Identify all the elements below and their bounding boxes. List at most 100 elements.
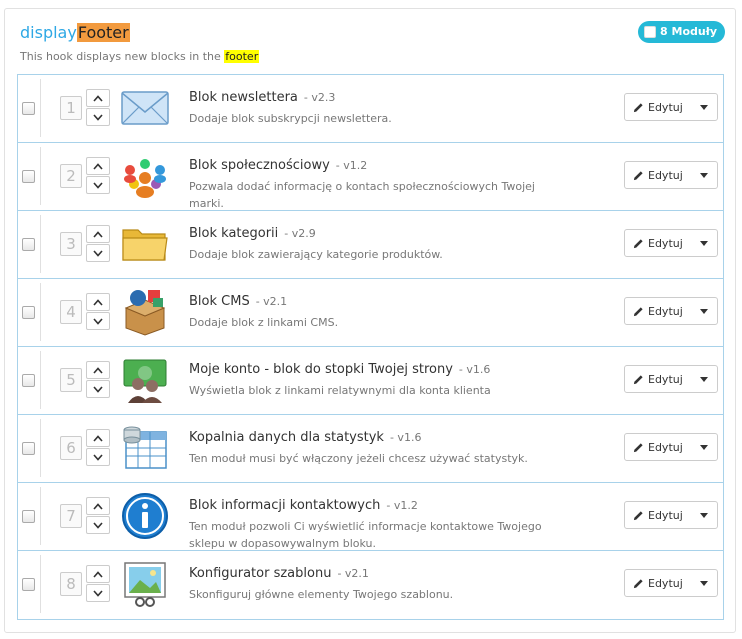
edit-button[interactable]: Edytuj	[624, 433, 718, 461]
pencil-icon	[633, 238, 643, 248]
row-divider	[40, 283, 41, 341]
dropdown-caret-icon[interactable]	[700, 512, 708, 518]
row-divider	[40, 147, 41, 205]
data-table-icon	[120, 424, 170, 472]
row-divider	[40, 351, 41, 409]
account-users-icon	[120, 356, 170, 404]
position-number: 7	[60, 504, 82, 528]
move-down-button[interactable]	[86, 176, 110, 194]
dropdown-caret-icon[interactable]	[700, 376, 708, 382]
module-version: - v2.9	[284, 227, 316, 240]
hook-title: displayFooter	[20, 23, 130, 42]
edit-button-label: Edytuj	[648, 508, 683, 522]
chevron-up-icon	[93, 94, 103, 102]
community-people-icon	[120, 152, 170, 200]
module-name: Blok CMS	[189, 294, 250, 309]
module-name-line: Blok informacji kontaktowych - v1.2	[189, 498, 418, 513]
chevron-up-icon	[93, 502, 103, 510]
dropdown-caret-icon[interactable]	[700, 308, 708, 314]
edit-button[interactable]: Edytuj	[624, 161, 718, 189]
row-divider	[40, 487, 41, 545]
row-divider	[40, 79, 41, 137]
module-name: Blok informacji kontaktowych	[189, 498, 381, 513]
module-checkbox[interactable]	[22, 102, 35, 115]
module-description: Dodaje blok z linkami CMS.	[189, 316, 339, 329]
module-name: Blok kategorii	[189, 226, 279, 241]
edit-button[interactable]: Edytuj	[624, 229, 718, 257]
module-version: - v2.1	[255, 295, 288, 308]
edit-button[interactable]: Edytuj	[624, 501, 718, 529]
hook-description: This hook displays new blocks in the foo…	[20, 50, 260, 63]
chevron-up-icon	[93, 434, 103, 442]
module-name: Kopalnia danych dla statystyk	[189, 430, 384, 445]
move-up-button[interactable]	[86, 225, 110, 243]
module-name: Blok newslettera	[189, 90, 298, 105]
row-divider	[40, 555, 41, 613]
move-up-button[interactable]	[86, 89, 110, 107]
row-divider	[40, 419, 41, 477]
hook-desc-prefix: This hook displays new blocks in the	[20, 50, 225, 63]
module-row-4: 4 Blok CMS - v2.1 Dodaje blok z linkami C…	[18, 279, 723, 347]
pencil-icon	[633, 442, 643, 452]
move-up-button[interactable]	[86, 157, 110, 175]
module-checkbox[interactable]	[22, 510, 35, 523]
move-down-button[interactable]	[86, 584, 110, 602]
hook-panel: displayFooter This hook displays new blo…	[4, 8, 736, 633]
module-version: - v2.3	[303, 91, 336, 104]
move-down-button[interactable]	[86, 108, 110, 126]
module-checkbox[interactable]	[22, 306, 35, 319]
chevron-up-icon	[93, 230, 103, 238]
edit-button[interactable]: Edytuj	[624, 93, 718, 121]
edit-button-label: Edytuj	[648, 440, 683, 454]
module-checkbox[interactable]	[22, 238, 35, 251]
move-up-button[interactable]	[86, 565, 110, 583]
edit-button[interactable]: Edytuj	[624, 297, 718, 325]
module-checkbox[interactable]	[22, 442, 35, 455]
move-down-button[interactable]	[86, 244, 110, 262]
position-number: 4	[60, 300, 82, 324]
module-name-line: Kopalnia danych dla statystyk - v1.6	[189, 430, 421, 445]
chevron-down-icon	[93, 453, 103, 461]
chevron-down-icon	[93, 589, 103, 597]
chevron-down-icon	[93, 181, 103, 189]
hook-desc-highlight: footer	[224, 50, 260, 63]
module-checkbox[interactable]	[22, 170, 35, 183]
move-up-button[interactable]	[86, 497, 110, 515]
move-up-button[interactable]	[86, 361, 110, 379]
edit-button-label: Edytuj	[648, 168, 683, 182]
dropdown-caret-icon[interactable]	[700, 580, 708, 586]
dropdown-caret-icon[interactable]	[700, 240, 708, 246]
dropdown-caret-icon[interactable]	[700, 444, 708, 450]
module-row-2: 2 Blok społecznościowy - v1.2 Pozwala dod…	[18, 143, 723, 211]
modules-count-badge[interactable]: 8 Moduły	[638, 21, 725, 43]
module-version: - v1.6	[389, 431, 422, 444]
edit-button-label: Edytuj	[648, 372, 683, 386]
pencil-icon	[633, 578, 643, 588]
chevron-up-icon	[93, 366, 103, 374]
dropdown-caret-icon[interactable]	[700, 172, 708, 178]
dropdown-caret-icon[interactable]	[700, 104, 708, 110]
move-down-button[interactable]	[86, 516, 110, 534]
position-number: 1	[60, 96, 82, 120]
hook-title-highlight: Footer	[76, 23, 130, 42]
edit-button-label: Edytuj	[648, 576, 683, 590]
module-version: - v2.1	[337, 567, 369, 580]
move-up-button[interactable]	[86, 429, 110, 447]
position-number: 8	[60, 572, 82, 596]
edit-button[interactable]: Edytuj	[624, 365, 718, 393]
move-down-button[interactable]	[86, 380, 110, 398]
modules-count-label: 8 Moduły	[660, 25, 717, 38]
chevron-up-icon	[93, 570, 103, 578]
pencil-icon	[633, 102, 643, 112]
move-down-button[interactable]	[86, 312, 110, 330]
module-name: Konfigurator szablonu	[189, 566, 332, 581]
module-name-line: Blok CMS - v2.1	[189, 294, 287, 309]
module-checkbox[interactable]	[22, 374, 35, 387]
move-up-button[interactable]	[86, 293, 110, 311]
pencil-icon	[633, 306, 643, 316]
module-description: Dodaje blok zawierający kategorie produk…	[189, 248, 443, 261]
edit-button[interactable]: Edytuj	[624, 569, 718, 597]
move-down-button[interactable]	[86, 448, 110, 466]
module-checkbox[interactable]	[22, 578, 35, 591]
module-row-5: 5 Moje konto - blok do stopki Twojej str…	[18, 347, 723, 415]
